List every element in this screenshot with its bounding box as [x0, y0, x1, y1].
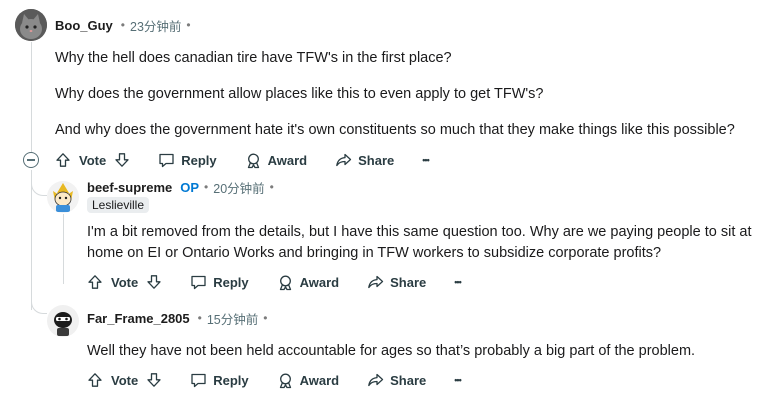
- reply-button[interactable]: Reply: [190, 274, 249, 290]
- comment-paragraph: Why does the government allow places lik…: [55, 86, 544, 102]
- reply-label: Reply: [213, 274, 249, 290]
- comment-paragraph: Well they have not been held accountable…: [87, 343, 696, 359]
- share-arrow-icon: [336, 153, 352, 167]
- upvote-button[interactable]: [87, 274, 103, 290]
- reply-button[interactable]: Reply: [158, 152, 217, 168]
- thread-line-children: [31, 170, 32, 310]
- snoo-avatar-icon: [53, 183, 73, 212]
- comment-bubble-icon: [159, 153, 174, 168]
- more-options-icon: •••: [454, 375, 462, 385]
- cat-avatar-icon: [15, 9, 47, 41]
- avatar[interactable]: [47, 305, 79, 337]
- arrow-up-icon: [88, 373, 102, 387]
- reply-label: Reply: [213, 372, 249, 388]
- reply-button[interactable]: Reply: [190, 372, 249, 388]
- arrow-down-icon: [147, 373, 161, 387]
- comment-action-bar: Vote Reply Award Share •••: [87, 368, 462, 392]
- comment-bubble-icon: [191, 373, 206, 388]
- award-label: Award: [267, 152, 308, 168]
- share-button[interactable]: Share: [367, 274, 426, 290]
- comment-bubble-icon: [191, 275, 206, 290]
- separator-dot: •: [204, 180, 209, 194]
- vote-label: Vote: [111, 274, 139, 290]
- award-label: Award: [299, 372, 340, 388]
- comment-action-bar: Vote Reply Award Share •••: [87, 270, 462, 294]
- share-label: Share: [390, 274, 427, 290]
- award-icon: [279, 373, 291, 388]
- arrow-up-icon: [56, 153, 70, 167]
- upvote-button[interactable]: [87, 372, 103, 388]
- separator-dot: •: [197, 311, 202, 325]
- share-label: Share: [390, 372, 427, 388]
- comment-paragraph: Why the hell does canadian tire have TFW…: [55, 50, 452, 66]
- share-button[interactable]: Share: [335, 152, 394, 168]
- more-options-icon: •••: [454, 277, 462, 287]
- timestamp[interactable]: 23分钟前: [130, 16, 181, 35]
- thread-curve-reply-1: [31, 178, 47, 196]
- award-button[interactable]: Award: [277, 274, 340, 291]
- reply-label: Reply: [181, 152, 217, 168]
- comment-header: beef-supreme OP • 20分钟前 •: [87, 178, 279, 196]
- minus-icon: [27, 159, 35, 161]
- thread-line-main: [31, 42, 32, 152]
- separator-dot: •: [269, 180, 274, 194]
- arrow-down-icon: [147, 275, 161, 289]
- username[interactable]: Far_Frame_2805: [87, 311, 190, 326]
- thread-curve-reply-2: [31, 296, 47, 314]
- comment-action-bar: Vote Reply Award Share •••: [55, 148, 430, 172]
- collapse-thread-button[interactable]: [23, 152, 39, 168]
- user-flair: Leslieville: [87, 197, 150, 213]
- arrow-up-icon: [88, 275, 102, 289]
- timestamp[interactable]: 15分钟前: [207, 309, 258, 328]
- separator-dot: •: [263, 311, 268, 325]
- award-icon: [247, 153, 259, 168]
- downvote-button[interactable]: [146, 274, 162, 290]
- snoo-avatar-icon: [54, 312, 72, 336]
- more-options-icon: •••: [422, 155, 430, 165]
- arrow-down-icon: [115, 153, 129, 167]
- separator-dot: •: [120, 18, 125, 32]
- award-button[interactable]: Award: [245, 152, 308, 169]
- vote-group: Vote: [87, 274, 162, 290]
- share-label: Share: [358, 152, 395, 168]
- op-badge: OP: [180, 179, 200, 195]
- share-arrow-icon: [368, 275, 384, 289]
- share-arrow-icon: [368, 373, 384, 387]
- upvote-button[interactable]: [55, 152, 71, 168]
- downvote-button[interactable]: [114, 152, 130, 168]
- comment-paragraph: And why does the government hate it's ow…: [55, 122, 735, 138]
- downvote-button[interactable]: [146, 372, 162, 388]
- vote-group: Vote: [55, 152, 130, 168]
- award-button[interactable]: Award: [277, 372, 340, 389]
- comment-paragraph: home on EI or Ontario Works and bringing…: [87, 245, 662, 261]
- username[interactable]: beef-supreme: [87, 180, 172, 195]
- comment-paragraph: I'm a bit removed from the details, but …: [87, 224, 752, 240]
- vote-label: Vote: [111, 372, 139, 388]
- award-label: Award: [299, 274, 340, 290]
- award-icon: [279, 275, 291, 290]
- more-options-button[interactable]: •••: [454, 277, 462, 287]
- vote-group: Vote: [87, 372, 162, 388]
- avatar[interactable]: [15, 9, 47, 41]
- vote-label: Vote: [79, 152, 107, 168]
- avatar[interactable]: [47, 181, 79, 213]
- comment-header: Far_Frame_2805 • 15分钟前 •: [87, 309, 272, 327]
- timestamp[interactable]: 20分钟前: [213, 178, 264, 197]
- thread-line-reply-1: [63, 214, 64, 284]
- more-options-button[interactable]: •••: [422, 155, 430, 165]
- more-options-button[interactable]: •••: [454, 375, 462, 385]
- separator-dot: •: [186, 18, 191, 32]
- share-button[interactable]: Share: [367, 372, 426, 388]
- username[interactable]: Boo_Guy: [55, 18, 113, 33]
- comment-header: Boo_Guy • 23分钟前 •: [55, 16, 196, 34]
